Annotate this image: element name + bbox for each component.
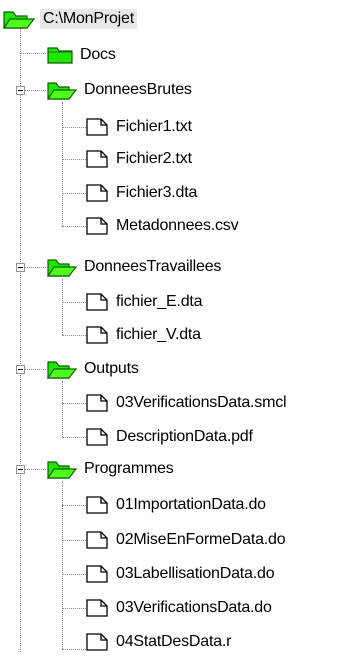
tree-node-docs[interactable]: Docs	[46, 43, 116, 67]
tree-connector-line	[62, 302, 86, 303]
tree-connector-line	[25, 90, 46, 91]
tree-connector-line	[62, 127, 86, 128]
tree-connector-line	[62, 574, 86, 575]
tree-connector-line	[62, 608, 86, 609]
tree-connector-line	[20, 53, 46, 54]
root-label: C:\MonProjet	[40, 9, 137, 29]
tree-connector-line	[62, 226, 86, 227]
file-label: 03VerificationsData.smcl	[116, 394, 287, 411]
file-label: fichier_V.dta	[116, 326, 201, 343]
file-label: Fichier1.txt	[116, 118, 192, 135]
folder-label: Docs	[80, 46, 116, 63]
folder-label: DonneesTravaillees	[84, 258, 222, 275]
file-icon	[86, 531, 108, 549]
tree-node-file[interactable]: 01ImportationData.do	[84, 493, 266, 517]
file-label: Fichier3.dta	[116, 184, 198, 201]
closed-folder-icon	[47, 47, 73, 64]
tree-node-donneestravaillees[interactable]: DonneesTravaillees	[46, 255, 221, 279]
tree-connector-line	[62, 437, 86, 438]
folder-label: Outputs	[84, 360, 139, 377]
tree-node-file[interactable]: Metadonnees.csv	[84, 214, 239, 238]
tree-connector-line	[62, 335, 86, 336]
tree-node-file[interactable]: 03VerificationsData.smcl	[84, 391, 287, 415]
tree-connector-line	[62, 381, 63, 437]
tree-connector-line	[25, 369, 46, 370]
file-icon	[86, 394, 108, 412]
open-folder-icon	[46, 361, 78, 379]
tree-node-file[interactable]: fichier_V.dta	[84, 323, 201, 347]
collapse-toggle-donneesbrutes[interactable]	[16, 86, 25, 95]
open-folder-icon	[46, 461, 78, 479]
file-label: 01ImportationData.do	[116, 496, 266, 513]
file-label: 04StatDesData.r	[116, 633, 232, 650]
file-icon	[86, 184, 108, 202]
tree-node-programmes[interactable]: Programmes	[46, 457, 174, 481]
tree-connector-line	[62, 505, 86, 506]
file-label: Metadonnees.csv	[116, 217, 239, 234]
tree-node-file[interactable]: 03VerificationsData.do	[84, 596, 272, 620]
file-icon	[86, 326, 108, 344]
tree-connector-line	[62, 540, 86, 541]
tree-connector-line	[62, 102, 63, 226]
tree-node-file[interactable]: fichier_E.dta	[84, 290, 203, 314]
tree-connector-line	[62, 403, 86, 404]
file-label: DescriptionData.pdf	[116, 428, 253, 445]
file-icon	[86, 217, 108, 235]
open-folder-icon	[2, 11, 36, 29]
tree-node-file[interactable]: 04StatDesData.r	[84, 630, 231, 654]
tree-node-file[interactable]: DescriptionData.pdf	[84, 425, 253, 449]
tree-connector-line	[62, 481, 63, 649]
folder-label: DonneesBrutes	[84, 81, 192, 98]
file-icon	[86, 150, 108, 168]
collapse-toggle-outputs[interactable]	[16, 365, 25, 374]
tree-node-donneesbrutes[interactable]: DonneesBrutes	[46, 78, 192, 102]
tree-node-file[interactable]: Fichier3.dta	[84, 181, 197, 205]
file-icon	[86, 565, 108, 583]
file-label: 02MiseEnFormeData.do	[116, 531, 286, 548]
tree-node-file[interactable]: 02MiseEnFormeData.do	[84, 528, 286, 552]
folder-label: Programmes	[84, 460, 174, 477]
collapse-toggle-programmes[interactable]	[16, 465, 25, 474]
file-label: Fichier2.txt	[116, 150, 192, 167]
tree-node-file[interactable]: 03LabellisationData.do	[84, 562, 275, 586]
file-icon	[86, 633, 108, 651]
open-folder-icon	[46, 82, 78, 100]
file-icon	[86, 118, 108, 136]
tree-connector-line	[62, 159, 86, 160]
tree-connector-line	[62, 193, 86, 194]
file-icon	[86, 496, 108, 514]
open-folder-icon	[46, 259, 78, 277]
tree-node-file[interactable]: Fichier2.txt	[84, 147, 192, 171]
tree-node-file[interactable]: Fichier1.txt	[84, 115, 192, 139]
file-icon	[86, 293, 108, 311]
folder-tree: C:\MonProjet Docs DonneesBrutes Fichier1…	[0, 0, 350, 657]
file-label: 03VerificationsData.do	[116, 599, 272, 616]
tree-connector-line	[25, 267, 46, 268]
tree-connector-line	[62, 279, 63, 335]
tree-node-root[interactable]: C:\MonProjet	[2, 7, 137, 31]
collapse-toggle-donneestravaillees[interactable]	[16, 263, 25, 272]
tree-connector-line	[20, 28, 21, 652]
file-label: fichier_E.dta	[116, 293, 203, 310]
tree-connector-line	[62, 649, 86, 650]
file-icon	[86, 599, 108, 617]
tree-node-outputs[interactable]: Outputs	[46, 357, 139, 381]
tree-connector-line	[25, 469, 46, 470]
file-icon	[86, 428, 108, 446]
file-label: 03LabellisationData.do	[116, 565, 275, 582]
